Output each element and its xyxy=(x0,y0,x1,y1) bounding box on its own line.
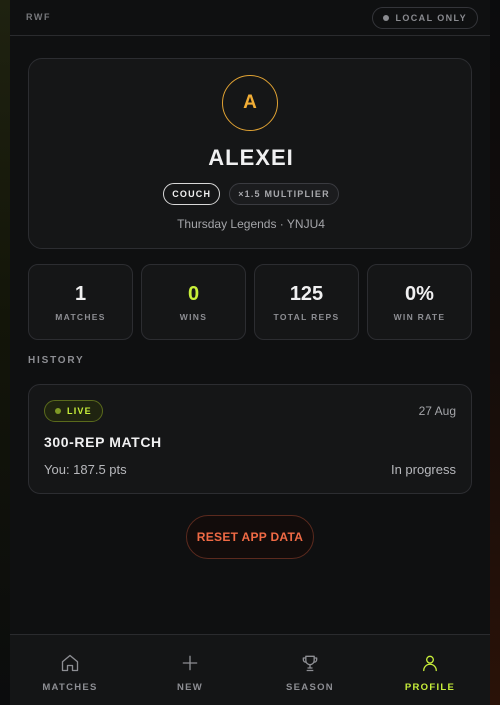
nav-label: SEASON xyxy=(286,682,334,693)
stat-value: 125 xyxy=(289,282,324,305)
nav-label: MATCHES xyxy=(42,682,98,693)
player-name: ALEXEI xyxy=(208,145,294,170)
stat-label: MATCHES xyxy=(55,311,106,322)
app-container: RWF LOCAL ONLY A ALEXEI COUCH ×1.5 MULTI… xyxy=(10,0,490,705)
nav-item-matches[interactable]: MATCHES xyxy=(10,635,130,705)
stat-value: 0% xyxy=(405,282,434,305)
stat-matches: 1 MATCHES xyxy=(28,264,133,340)
multiplier-badge: ×1.5 MULTIPLIER xyxy=(229,183,339,205)
nav-label: NEW xyxy=(176,682,204,693)
avatar: A xyxy=(222,75,278,131)
plus-icon xyxy=(182,655,198,671)
brand-logo: RWF xyxy=(26,12,52,22)
role-badge: COUCH xyxy=(163,183,221,205)
user-icon xyxy=(423,655,437,672)
left-edge-glow xyxy=(0,0,10,705)
profile-card: A ALEXEI COUCH ×1.5 MULTIPLIER Thursday … xyxy=(28,58,472,249)
avatar-initial: A xyxy=(243,92,257,113)
stat-wins: 0 WINS xyxy=(141,264,246,340)
trophy-icon xyxy=(302,655,318,672)
live-label: LIVE xyxy=(67,406,92,416)
history-heading: HISTORY xyxy=(28,355,85,366)
stat-label: WIN RATE xyxy=(393,311,446,322)
local-only-label: LOCAL ONLY xyxy=(395,13,467,23)
profile-tags: COUCH ×1.5 MULTIPLIER xyxy=(29,183,473,205)
nav-item-season[interactable]: SEASON xyxy=(250,635,370,705)
match-history-card[interactable]: LIVE 27 Aug 300-REP MATCH You: 187.5 pts… xyxy=(28,384,472,494)
stat-win-rate: 0% WIN RATE xyxy=(367,264,472,340)
match-title: 300-REP MATCH xyxy=(44,434,162,450)
nav-item-profile[interactable]: PROFILE xyxy=(370,635,490,705)
match-status: In progress xyxy=(390,462,456,477)
stat-label: TOTAL REPS xyxy=(273,311,340,322)
top-bar: RWF LOCAL ONLY xyxy=(10,0,490,36)
live-dot-icon xyxy=(55,408,61,414)
bottom-nav: MATCHES NEW SEASON PROFILE xyxy=(10,634,490,705)
reset-app-data-button[interactable]: RESET APP DATA xyxy=(186,515,314,559)
stat-value: 1 xyxy=(74,282,87,305)
live-badge: LIVE xyxy=(44,400,103,422)
stats-row: 1 MATCHES 0 WINS 125 TOTAL REPS 0% WIN R… xyxy=(28,264,472,340)
nav-label: PROFILE xyxy=(404,682,456,693)
right-edge-glow xyxy=(490,0,500,705)
stat-label: WINS xyxy=(179,311,208,322)
stat-value: 0 xyxy=(187,282,200,305)
match-date: 27 Aug xyxy=(418,404,456,418)
home-icon xyxy=(61,654,79,672)
nav-item-new[interactable]: NEW xyxy=(130,635,250,705)
local-only-badge: LOCAL ONLY xyxy=(372,7,478,29)
stat-total-reps: 125 TOTAL REPS xyxy=(254,264,359,340)
group-info: Thursday Legends · YNJU4 xyxy=(177,217,325,231)
status-dot-icon xyxy=(383,15,390,21)
match-points: You: 187.5 pts xyxy=(44,462,127,477)
